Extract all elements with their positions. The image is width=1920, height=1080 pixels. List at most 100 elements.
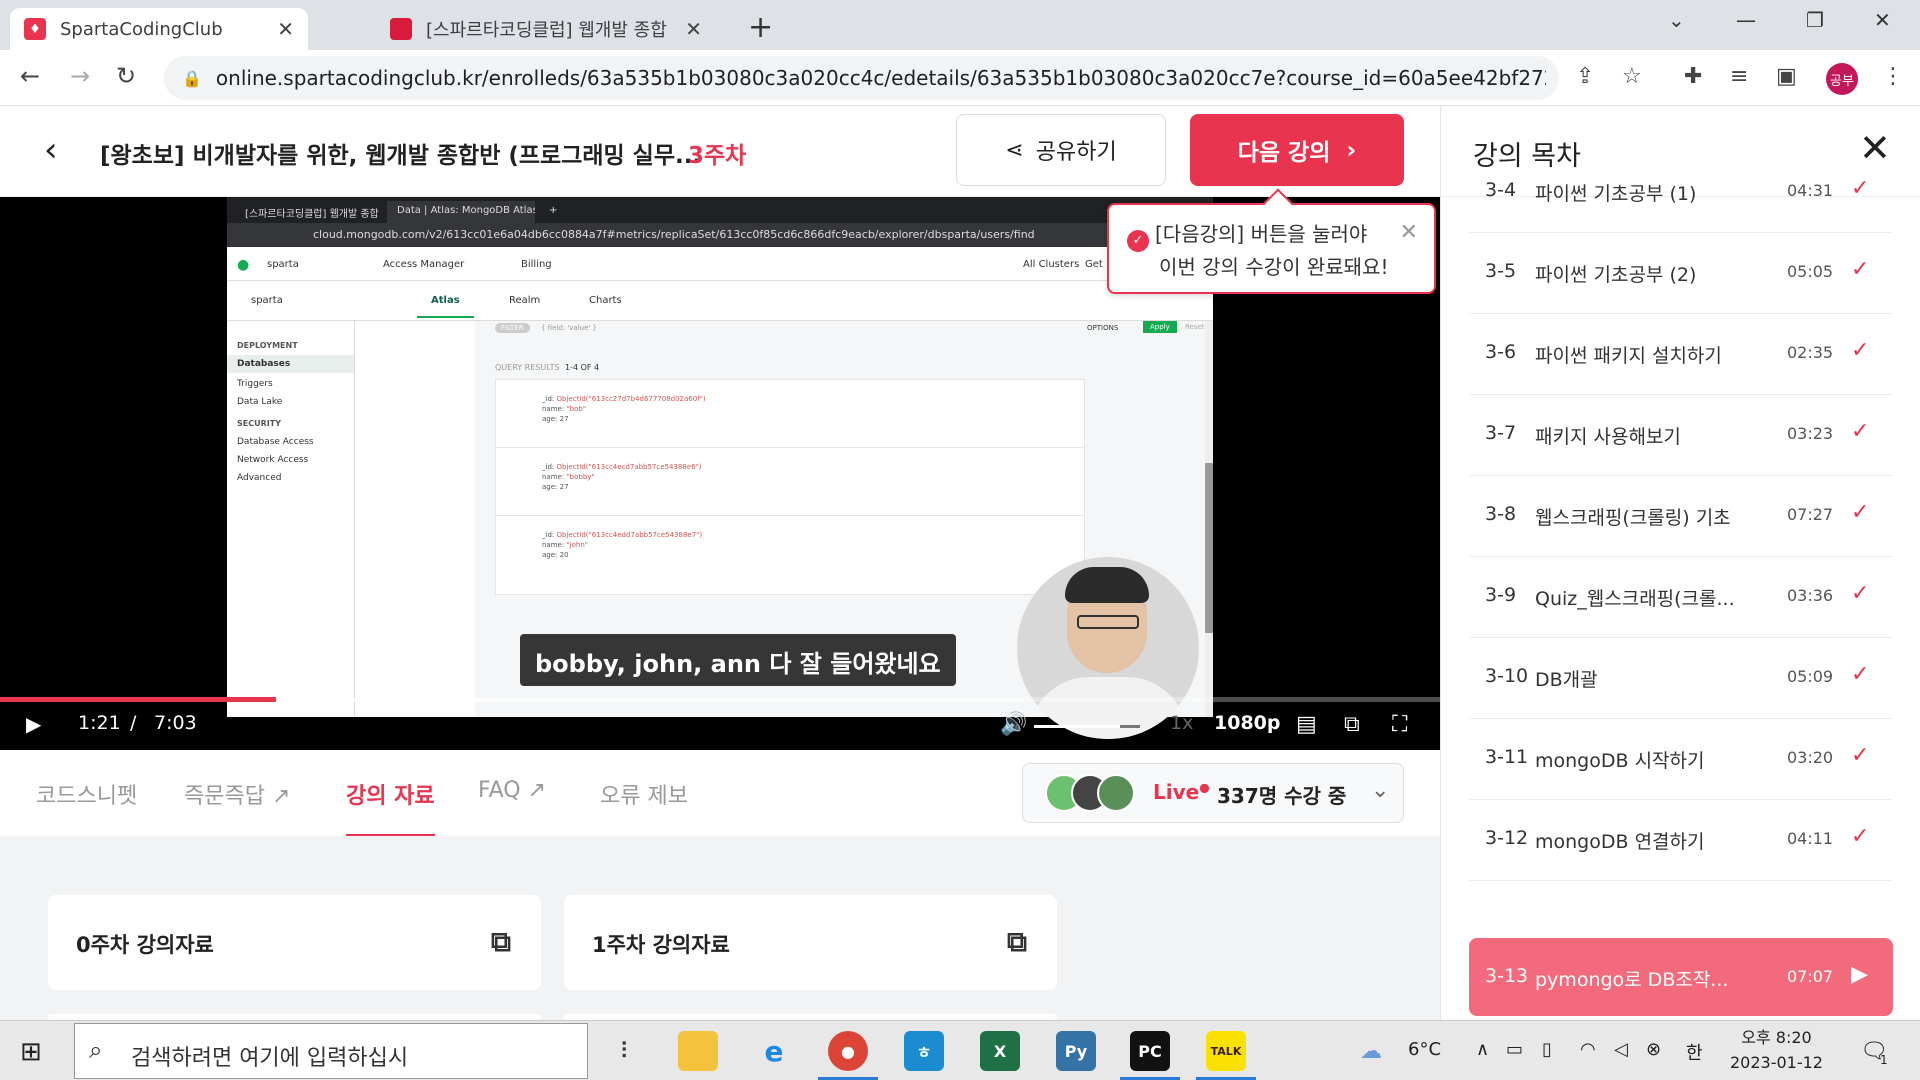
external-link-icon: ↗ <box>527 778 547 803</box>
tab-title: SpartaCodingClub <box>60 18 223 40</box>
browser-toolbar: ← → ↻ 🔒 online.spartacodingclub.kr/enrol… <box>0 50 1920 106</box>
material-card[interactable]: 1주차 강의자료 ⧉ <box>564 895 1057 990</box>
volume-slider[interactable] <box>1034 725 1140 728</box>
task-view-icon[interactable]: ⫶ <box>604 1031 644 1071</box>
doc-name: "john" <box>566 541 588 549</box>
quality-setting[interactable]: 1080p <box>1214 712 1280 734</box>
toc-item-title: 파이썬 패키지 설치하기 <box>1535 345 1722 367</box>
pip-icon[interactable]: ⧉ <box>1344 712 1360 737</box>
profile-avatar[interactable]: 공부 <box>1826 63 1858 95</box>
excel-icon[interactable]: X <box>980 1031 1020 1071</box>
minimize-icon[interactable]: — <box>1736 8 1756 32</box>
python-icon[interactable]: Py <box>1056 1031 1096 1071</box>
close-tab-icon[interactable]: ✕ <box>685 17 702 41</box>
menu-icon[interactable]: ⋮ <box>1882 64 1904 89</box>
toc-item[interactable]: 3-10 DB개괄 05:09 ✓ <box>1469 638 1893 719</box>
sparta-book-icon <box>390 18 412 40</box>
toc-item[interactable]: 3-11 mongoDB 시작하기 03:20 ✓ <box>1469 719 1893 800</box>
billing: Billing <box>521 259 552 270</box>
toc-item-num: 3-4 <box>1485 179 1517 201</box>
file-explorer-icon[interactable] <box>678 1031 718 1071</box>
device-icon[interactable]: ▯ <box>1542 1039 1552 1060</box>
speaker-icon[interactable]: ◁ <box>1614 1039 1628 1060</box>
back-icon[interactable]: ← <box>20 62 40 90</box>
recorded-scrollbar <box>1205 321 1213 717</box>
toc-item[interactable]: 3-4 파이썬 기초공부 (1) 04:31 ✓ <box>1469 152 1893 233</box>
all-clusters: All Clusters <box>1023 259 1080 270</box>
address-bar[interactable]: 🔒 online.spartacodingclub.kr/enrolleds/6… <box>164 56 1559 100</box>
share-page-icon[interactable]: ⇪ <box>1576 64 1594 89</box>
wifi-icon[interactable]: ◠ <box>1580 1039 1596 1060</box>
toc-item-title: mongoDB 연결하기 <box>1535 831 1705 853</box>
recorded-tab-bar: [스파르타코딩클럽] 웹개발 종합 Data | Atlas: MongoDB … <box>227 197 1213 223</box>
atlas-sidebar: DEPLOYMENT Databases Triggers Data Lake … <box>227 321 355 717</box>
tab-code-snippet[interactable]: 코드스니펫 <box>36 778 137 810</box>
volume-icon[interactable]: 🔊 <box>1000 712 1027 737</box>
pycharm-icon[interactable]: PC <box>1130 1031 1170 1071</box>
reload-icon[interactable]: ↻ <box>116 62 136 90</box>
toc-item-num: 3-11 <box>1485 746 1529 768</box>
field-age: age: <box>542 551 558 559</box>
chrome-icon[interactable]: ● <box>828 1031 868 1071</box>
tab-qna[interactable]: 즉문즉답 ↗ <box>184 778 290 810</box>
tab-faq[interactable]: FAQ ↗ <box>478 778 546 803</box>
toc-item[interactable]: 3-9 Quiz_웹스크래핑(크롤... 03:36 ✓ <box>1469 557 1893 638</box>
close-tooltip-icon[interactable]: ✕ <box>1400 217 1418 248</box>
system-clock[interactable]: 오후 8:20 2023-01-12 <box>1730 1025 1823 1075</box>
bookmark-star-icon[interactable]: ☆ <box>1622 64 1642 89</box>
toc-item-title: DB개괄 <box>1535 669 1598 691</box>
play-icon[interactable]: ▶ <box>26 712 41 736</box>
back-chevron-icon[interactable]: ‹ <box>44 130 58 170</box>
focus-assist-icon[interactable]: ⊗ <box>1646 1039 1661 1060</box>
url-text: online.spartacodingclub.kr/enrolleds/63a… <box>215 66 1546 90</box>
tab-label: 오류 제보 <box>600 784 688 809</box>
toc-item[interactable]: 3-7 패키지 사용해보기 03:23 ✓ <box>1469 395 1893 476</box>
battery-icon[interactable]: ▭ <box>1506 1039 1523 1060</box>
field-name: name: <box>542 473 565 481</box>
tab-materials[interactable]: 강의 자료 <box>346 778 435 837</box>
filter-badge: FILTER <box>495 323 530 333</box>
share-icon: ⋖ <box>1005 137 1024 163</box>
new-tab-icon[interactable]: + <box>748 10 773 45</box>
live-viewers-dropdown[interactable]: Live● 337명 수강 중 ⌄ <box>1022 763 1404 823</box>
tray-chevron-icon[interactable]: ∧ <box>1476 1039 1489 1060</box>
toc-item-duration: 07:07 <box>1787 967 1834 986</box>
tab-search-icon[interactable]: ⌄ <box>1668 8 1685 32</box>
captions-icon[interactable]: ▤ <box>1296 712 1317 737</box>
weather-temp[interactable]: 6°C <box>1408 1039 1441 1060</box>
restore-icon[interactable]: ❐ <box>1806 8 1824 32</box>
toc-item[interactable]: 3-12 mongoDB 연결하기 04:11 ✓ <box>1469 800 1893 881</box>
close-tab-icon[interactable]: ✕ <box>277 17 294 41</box>
material-label: 1주차 강의자료 <box>592 933 730 957</box>
fullscreen-icon[interactable]: ⛶ <box>1392 712 1407 737</box>
side-panel-icon[interactable]: ▣ <box>1776 64 1797 89</box>
toc-item[interactable]: 3-13 pymongo로 DB조작... 07:07 ▶ <box>1469 938 1893 1016</box>
toc-item[interactable]: 3-8 웹스크래핑(크롤링) 기초 07:27 ✓ <box>1469 476 1893 557</box>
charts-tab: Charts <box>589 295 622 306</box>
close-window-icon[interactable]: ✕ <box>1874 8 1891 32</box>
material-card[interactable]: 0주차 강의자료 ⧉ <box>48 895 541 990</box>
forward-icon[interactable]: → <box>70 62 90 90</box>
extensions-icon[interactable]: ✚ <box>1684 64 1702 89</box>
browser-tab-active[interactable]: ♦ SpartaCodingClub ✕ <box>10 8 308 50</box>
ime-indicator[interactable]: 한 <box>1686 1039 1703 1065</box>
browser-tab[interactable]: [스파르타코딩클럽] 웹개발 종합 ✕ <box>376 8 716 50</box>
recorded-tab: [스파르타코딩클럽] 웹개발 종합 <box>245 209 379 220</box>
toc-item-title: 웹스크래핑(크롤링) 기초 <box>1535 507 1731 529</box>
tab-error-report[interactable]: 오류 제보 <box>600 778 688 810</box>
windows-start-icon[interactable]: ⊞ <box>20 1037 42 1067</box>
taskbar-search[interactable]: ⌕ 검색하려면 여기에 입력하십시 <box>74 1023 588 1079</box>
share-button[interactable]: ⋖ 공유하기 <box>956 114 1166 186</box>
toc-item[interactable]: 3-6 파이썬 패키지 설치하기 02:35 ✓ <box>1469 314 1893 395</box>
internet-explorer-icon[interactable]: e <box>754 1031 794 1071</box>
course-title: [왕초보] 비개발자를 위한, 웹개발 종합반 (프로그래밍 실무... <box>100 143 702 169</box>
kakaotalk-icon[interactable]: TALK <box>1206 1031 1246 1071</box>
hwp-icon[interactable]: ㅎ <box>904 1031 944 1071</box>
next-lecture-button[interactable]: 다음 강의 › <box>1190 114 1404 186</box>
windows-taskbar: ⊞ ⌕ 검색하려면 여기에 입력하십시 ⫶ e ● ㅎ X Py PC TALK… <box>0 1020 1920 1080</box>
toc-item[interactable]: 3-5 파이썬 기초공부 (2) 05:05 ✓ <box>1469 233 1893 314</box>
toc-item-title: Quiz_웹스크래핑(크롤... <box>1535 588 1735 610</box>
media-control-icon[interactable]: ≡ <box>1730 64 1748 89</box>
toc-item-num: 3-13 <box>1485 965 1529 987</box>
playback-speed[interactable]: 1x <box>1170 712 1193 734</box>
